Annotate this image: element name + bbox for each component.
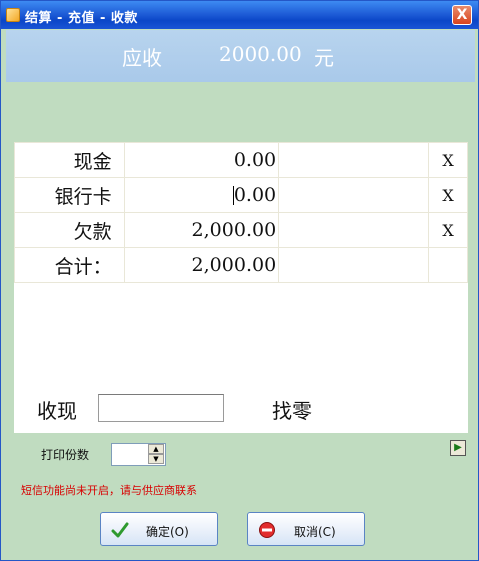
- cash-amount-field[interactable]: 0.00: [123, 142, 280, 178]
- export-arrow-icon[interactable]: ▶: [450, 440, 466, 456]
- copies-down-icon[interactable]: ▼: [148, 454, 164, 464]
- debt-amount-field[interactable]: 2,000.00: [123, 212, 280, 248]
- confirm-button-label: 确定(O): [146, 525, 189, 539]
- receivable-header: 应收 2000.00 元: [6, 30, 475, 82]
- cash-received-input[interactable]: [98, 394, 224, 422]
- confirm-button[interactable]: 确定(O): [100, 512, 218, 546]
- clear-bank-card-button[interactable]: X: [428, 177, 468, 213]
- no-entry-icon: [259, 522, 275, 538]
- payment-window: 结算 - 充值 - 收款 X 应收 2000.00 元 现金 0.00 X 银行…: [0, 0, 479, 561]
- payment-method-name: 现金: [14, 142, 125, 178]
- bank-card-amount-value: 0.00: [233, 184, 277, 206]
- clear-debt-button[interactable]: X: [428, 212, 468, 248]
- receivable-label: 应收: [122, 46, 162, 70]
- window-title: 结算 - 充值 - 收款: [25, 11, 138, 26]
- cancel-button-label: 取消(C): [294, 525, 336, 539]
- title-bar: 结算 - 充值 - 收款 X: [1, 1, 478, 29]
- print-copies-label: 打印份数: [41, 448, 90, 462]
- payment-row-debt: 欠款 2,000.00 X: [14, 212, 468, 248]
- change-label: 找零: [272, 399, 312, 423]
- sms-notice: 短信功能尚未开启，请与供应商联系: [21, 484, 197, 497]
- payment-row-cash: 现金 0.00 X: [14, 142, 468, 178]
- print-copies-stepper[interactable]: ▲ ▼: [111, 443, 166, 466]
- payment-note-cell: [278, 177, 430, 213]
- clear-cash-button[interactable]: X: [428, 142, 468, 178]
- payment-row-total: 合计： 2,000.00: [14, 247, 468, 283]
- payment-note-cell: [278, 142, 430, 178]
- app-icon: [6, 8, 20, 22]
- payment-note-cell: [278, 212, 430, 248]
- payment-table: 现金 0.00 X 银行卡 0.00 X 欠款 2,000.00 X 合计： 2…: [14, 142, 468, 283]
- receivable-amount: 2000.00: [219, 42, 302, 66]
- payment-note-cell: [278, 247, 430, 283]
- payment-panel: 现金 0.00 X 银行卡 0.00 X 欠款 2,000.00 X 合计： 2…: [14, 142, 468, 433]
- total-action-cell: [428, 247, 468, 283]
- cash-received-label: 收现: [37, 399, 77, 423]
- cancel-button[interactable]: 取消(C): [247, 512, 365, 546]
- payment-row-bank-card: 银行卡 0.00 X: [14, 177, 468, 213]
- copies-up-icon[interactable]: ▲: [148, 444, 164, 454]
- receivable-unit: 元: [314, 46, 334, 70]
- total-amount: 2,000.00: [123, 247, 280, 283]
- total-label: 合计：: [14, 247, 125, 283]
- payment-method-name: 银行卡: [14, 177, 125, 213]
- close-button[interactable]: X: [452, 5, 472, 25]
- bank-card-amount-field[interactable]: 0.00: [123, 177, 280, 213]
- checkmark-icon: [111, 522, 129, 538]
- payment-method-name: 欠款: [14, 212, 125, 248]
